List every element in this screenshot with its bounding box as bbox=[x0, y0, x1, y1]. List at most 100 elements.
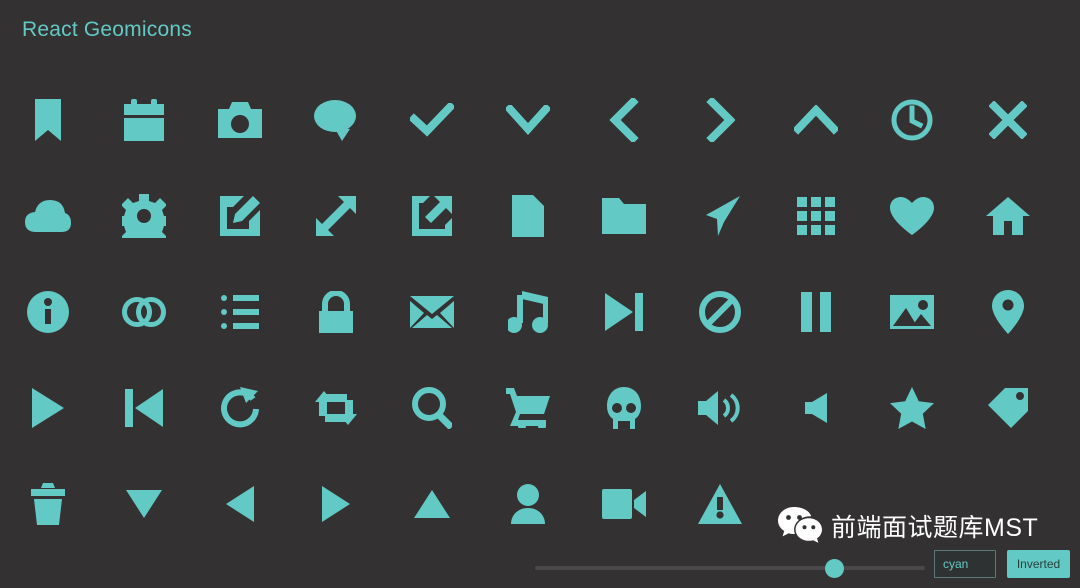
calendar-icon bbox=[124, 99, 164, 141]
warning-icon bbox=[698, 484, 742, 524]
icon-cell-grid[interactable] bbox=[768, 168, 864, 264]
icon-cell-tag[interactable] bbox=[960, 360, 1056, 456]
tag-icon bbox=[988, 388, 1028, 428]
icon-cell-folder[interactable] bbox=[576, 168, 672, 264]
trash-icon bbox=[31, 483, 65, 525]
icon-cell-edit[interactable] bbox=[192, 168, 288, 264]
play-icon bbox=[32, 388, 64, 428]
camera-icon bbox=[218, 102, 262, 138]
icon-cell-cog[interactable] bbox=[96, 168, 192, 264]
icon-cell-video[interactable] bbox=[576, 456, 672, 552]
picture-icon bbox=[890, 295, 934, 329]
icon-cell-heart[interactable] bbox=[864, 168, 960, 264]
pin-icon bbox=[992, 290, 1024, 334]
icon-cell-check[interactable] bbox=[384, 72, 480, 168]
icon-cell-star[interactable] bbox=[864, 360, 960, 456]
refresh-icon bbox=[221, 387, 259, 428]
icon-cell-calendar[interactable] bbox=[96, 72, 192, 168]
mail-icon bbox=[410, 296, 454, 328]
external-link-icon bbox=[412, 196, 452, 236]
icon-cell-retweet[interactable] bbox=[288, 360, 384, 456]
retweet-icon bbox=[315, 391, 357, 425]
icon-cell-expand[interactable] bbox=[288, 168, 384, 264]
previous-icon bbox=[125, 389, 163, 427]
folder-icon bbox=[602, 198, 646, 234]
no-icon bbox=[699, 291, 741, 333]
icon-cell-chevron-down[interactable] bbox=[480, 72, 576, 168]
icon-cell-shopping-cart[interactable] bbox=[480, 360, 576, 456]
slider-knob[interactable] bbox=[825, 559, 844, 578]
triangle-left-icon bbox=[226, 486, 254, 522]
icon-cell-triangle-down[interactable] bbox=[96, 456, 192, 552]
icon-cell-list[interactable] bbox=[192, 264, 288, 360]
shopping-cart-icon bbox=[506, 388, 550, 428]
search-icon bbox=[412, 387, 452, 429]
icon-cell-warning[interactable] bbox=[672, 456, 768, 552]
triangle-down-icon bbox=[126, 490, 162, 518]
icon-cell-music[interactable] bbox=[480, 264, 576, 360]
sound-off-icon bbox=[805, 393, 827, 423]
inverted-button[interactable]: Inverted bbox=[1007, 550, 1070, 578]
triangle-up-icon bbox=[414, 490, 450, 518]
icon-cell-send[interactable] bbox=[672, 168, 768, 264]
icon-cell-pin[interactable] bbox=[960, 264, 1056, 360]
icon-row bbox=[0, 168, 1080, 264]
slider-track[interactable] bbox=[535, 566, 925, 570]
watermark-text: 前端面试题库MST bbox=[831, 514, 1039, 542]
music-icon bbox=[508, 291, 548, 333]
icon-cell-chat[interactable] bbox=[288, 72, 384, 168]
lock-icon bbox=[319, 291, 353, 333]
icon-cell-triangle-up[interactable] bbox=[384, 456, 480, 552]
clock-icon bbox=[891, 99, 933, 141]
icon-cell-previous[interactable] bbox=[96, 360, 192, 456]
user-icon bbox=[511, 484, 545, 524]
icon-cell-chevron-left[interactable] bbox=[576, 72, 672, 168]
link-icon bbox=[122, 297, 166, 327]
bookmark-icon bbox=[35, 99, 61, 141]
icon-cell-bookmark[interactable] bbox=[0, 72, 96, 168]
icon-cell-info[interactable] bbox=[0, 264, 96, 360]
icon-cell-user[interactable] bbox=[480, 456, 576, 552]
chevron-left-icon bbox=[609, 98, 639, 142]
icon-cell-sound-on[interactable] bbox=[672, 360, 768, 456]
info-icon bbox=[27, 291, 69, 333]
triangle-right-icon bbox=[322, 486, 350, 522]
icon-cell-next[interactable] bbox=[576, 264, 672, 360]
expand-icon bbox=[316, 196, 356, 236]
icon-cell-file[interactable] bbox=[480, 168, 576, 264]
icon-cell-sound-off[interactable] bbox=[768, 360, 864, 456]
icon-cell-home[interactable] bbox=[960, 168, 1056, 264]
icon-row bbox=[0, 264, 1080, 360]
icon-cell-pause[interactable] bbox=[768, 264, 864, 360]
icon-cell-external-link[interactable] bbox=[384, 168, 480, 264]
video-icon bbox=[602, 489, 646, 519]
icon-cell-play[interactable] bbox=[0, 360, 96, 456]
icon-cell-lock[interactable] bbox=[288, 264, 384, 360]
grid-icon bbox=[797, 197, 835, 235]
icon-cell-camera[interactable] bbox=[192, 72, 288, 168]
cog-icon bbox=[122, 194, 166, 238]
icon-cell-link[interactable] bbox=[96, 264, 192, 360]
home-icon bbox=[986, 197, 1030, 235]
icon-cell-picture[interactable] bbox=[864, 264, 960, 360]
icon-cell-search[interactable] bbox=[384, 360, 480, 456]
icon-cell-cloud[interactable] bbox=[0, 168, 96, 264]
icon-cell-triangle-right[interactable] bbox=[288, 456, 384, 552]
watermark: 前端面试题库MST bbox=[778, 507, 1038, 545]
color-input[interactable]: cyan bbox=[934, 550, 996, 578]
icon-cell-chevron-right[interactable] bbox=[672, 72, 768, 168]
icon-cell-mail[interactable] bbox=[384, 264, 480, 360]
icon-cell-clock[interactable] bbox=[864, 72, 960, 168]
icon-cell-no[interactable] bbox=[672, 264, 768, 360]
icon-cell-skull[interactable] bbox=[576, 360, 672, 456]
chat-icon bbox=[314, 100, 356, 141]
page-title: React Geomicons bbox=[22, 18, 192, 41]
cloud-icon bbox=[25, 200, 71, 232]
size-slider[interactable] bbox=[535, 558, 925, 578]
bottom-controls: cyan Inverted bbox=[0, 546, 1080, 588]
icon-cell-trash[interactable] bbox=[0, 456, 96, 552]
icon-cell-triangle-left[interactable] bbox=[192, 456, 288, 552]
icon-cell-refresh[interactable] bbox=[192, 360, 288, 456]
icon-cell-close[interactable] bbox=[960, 72, 1056, 168]
icon-cell-chevron-up[interactable] bbox=[768, 72, 864, 168]
